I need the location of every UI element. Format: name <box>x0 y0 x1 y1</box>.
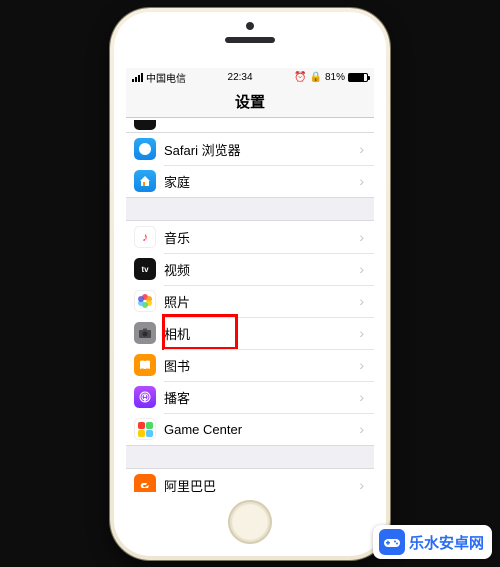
settings-row-home[interactable]: 家庭 › <box>126 165 374 197</box>
chevron-right-icon: › <box>359 293 364 309</box>
settings-group: ♪ 音乐 › tv 视频 › 照片 › <box>126 220 374 446</box>
unknown-icon <box>134 120 156 130</box>
settings-row-podcast[interactable]: 播客 › <box>126 381 374 413</box>
settings-row-label: 播客 <box>164 388 359 407</box>
settings-row-video[interactable]: tv 视频 › <box>126 253 374 285</box>
video-icon: tv <box>134 258 156 280</box>
home-icon <box>134 170 156 192</box>
status-time: 22:34 <box>228 72 253 83</box>
watermark-text: 乐水安卓网 <box>409 532 484 553</box>
settings-row-photos[interactable]: 照片 › <box>126 285 374 317</box>
front-camera-icon <box>246 22 254 30</box>
carrier-label: 中国电信 <box>146 70 186 85</box>
chevron-right-icon: › <box>359 229 364 245</box>
books-icon <box>134 354 156 376</box>
game-center-icon <box>134 418 156 440</box>
settings-row-label: 视频 <box>164 260 359 279</box>
speaker-icon <box>225 37 275 43</box>
home-button[interactable] <box>228 500 272 544</box>
settings-row-books[interactable]: 图书 › <box>126 349 374 381</box>
settings-row-label: 音乐 <box>164 228 359 247</box>
settings-row-label: 照片 <box>164 292 359 311</box>
status-bar: 中国电信 22:34 ⏰ 🔒 81% <box>126 68 374 86</box>
settings-group: Safari 浏览器 › 家庭 › <box>126 133 374 198</box>
chevron-right-icon: › <box>359 141 364 157</box>
alibaba-icon <box>134 474 156 492</box>
phone-frame: 中国电信 22:34 ⏰ 🔒 81% 设置 <box>110 8 390 560</box>
chevron-right-icon: › <box>359 325 364 341</box>
alarm-icon: ⏰ <box>294 72 306 83</box>
podcast-icon <box>134 386 156 408</box>
settings-row-label: 阿里巴巴 <box>164 476 359 493</box>
settings-row-camera[interactable]: 相机 › <box>126 317 374 349</box>
settings-row-alibaba[interactable]: 阿里巴巴 › <box>126 469 374 492</box>
page-title: 设置 <box>235 91 265 112</box>
orientation-lock-icon: 🔒 <box>310 72 322 83</box>
photos-icon <box>134 290 156 312</box>
settings-group-partial-top <box>126 118 374 133</box>
phone-bezel: 中国电信 22:34 ⏰ 🔒 81% 设置 <box>114 12 386 556</box>
settings-row-safari[interactable]: Safari 浏览器 › <box>126 133 374 165</box>
battery-percent: 81% <box>325 72 345 83</box>
settings-row-label: 家庭 <box>164 172 359 191</box>
settings-scroll[interactable]: Safari 浏览器 › 家庭 › ♪ <box>126 118 374 492</box>
chevron-right-icon: › <box>359 421 364 437</box>
settings-row-label: 图书 <box>164 356 359 375</box>
settings-row-label: Game Center <box>164 422 359 437</box>
nav-bar: 设置 <box>126 86 374 118</box>
chevron-right-icon: › <box>359 389 364 405</box>
watermark: 乐水安卓网 <box>373 525 492 559</box>
settings-row-label: 相机 <box>164 324 359 343</box>
gamepad-icon <box>379 529 405 555</box>
settings-row-music[interactable]: ♪ 音乐 › <box>126 221 374 253</box>
safari-icon <box>134 138 156 160</box>
phone-top-hardware <box>114 12 386 68</box>
settings-row-partial[interactable] <box>126 118 374 132</box>
chevron-right-icon: › <box>359 477 364 492</box>
chevron-right-icon: › <box>359 261 364 277</box>
settings-group: 阿里巴巴 › 百度网盘 › <box>126 468 374 492</box>
chevron-right-icon: › <box>359 173 364 189</box>
camera-icon <box>134 322 156 344</box>
chevron-right-icon: › <box>359 357 364 373</box>
settings-row-game-center[interactable]: Game Center › <box>126 413 374 445</box>
signal-icon <box>132 73 143 82</box>
screen: 中国电信 22:34 ⏰ 🔒 81% 设置 <box>126 68 374 492</box>
settings-row-label: Safari 浏览器 <box>164 140 359 159</box>
battery-icon <box>348 73 368 82</box>
music-icon: ♪ <box>134 226 156 248</box>
